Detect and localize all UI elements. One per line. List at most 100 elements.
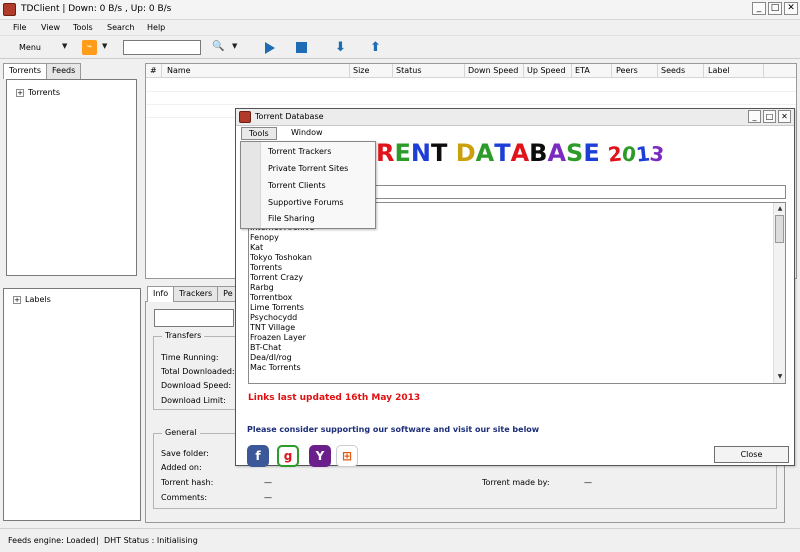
list-header: # Name Size Status Down Speed Up Speed E… (146, 64, 796, 78)
site-list-item[interactable]: Psychocydd (249, 313, 769, 323)
site-list-item[interactable]: Rarbg (249, 283, 769, 293)
save-folder-label: Save folder: (161, 449, 209, 458)
comments-value: — (264, 493, 272, 502)
stop-icon[interactable] (296, 42, 307, 53)
column-header-eta[interactable]: ETA (575, 66, 590, 75)
banner-letter: E (583, 139, 600, 167)
banner-letter: 3 (648, 141, 666, 167)
banner-letter: T (430, 139, 448, 167)
menu-file[interactable]: File (13, 23, 26, 32)
yahoo-icon[interactable]: Y (309, 445, 331, 467)
banner-letter: A (475, 139, 495, 167)
play-icon[interactable] (265, 42, 275, 54)
tab-info[interactable]: Info (147, 286, 175, 302)
site-list-item[interactable]: Froazen Layer (249, 333, 769, 343)
torrent-made-by-value: — (584, 478, 592, 487)
move-down-icon[interactable]: ⬇ (335, 40, 346, 55)
site-list[interactable]: ▲ ▼ ISO HuntInternet ArchiveFenopyKatTok… (248, 202, 786, 384)
tree-item-labels[interactable]: + Labels (13, 295, 51, 304)
transfers-group: Transfers Time Running: Total Downloaded… (153, 331, 243, 410)
expand-icon[interactable]: + (16, 89, 24, 97)
time-running-label: Time Running: (161, 353, 219, 362)
site-list-item[interactable]: Kat (249, 243, 769, 253)
dialog-menu-tools[interactable]: Tools (241, 127, 277, 140)
links-updated-text: Links last updated 16th May 2013 (248, 393, 421, 403)
site-list-item[interactable]: Torrent Crazy (249, 273, 769, 283)
menu-item-supportive-forums[interactable]: Supportive Forums (268, 198, 344, 207)
rss-icon[interactable]: ⌁ (82, 40, 97, 55)
toolbar-menu-button[interactable]: Menu (19, 43, 41, 52)
site-list-item[interactable]: Lime Torrents (249, 303, 769, 313)
site-list-item[interactable]: Dea/dl/rog (249, 353, 769, 363)
expand-icon[interactable]: + (13, 296, 21, 304)
chevron-down-icon[interactable]: ▼ (102, 42, 107, 50)
download-speed-label: Download Speed: (161, 381, 232, 390)
search-icon[interactable]: 🔍 (212, 41, 224, 52)
dialog-close-button[interactable]: ✕ (778, 110, 791, 123)
tab-feeds[interactable]: Feeds (45, 63, 82, 79)
dialog-title-bar: Torrent Database _ □ ✕ (236, 109, 794, 126)
dialog-menu-window[interactable]: Window (291, 128, 323, 137)
site-list-item[interactable]: BT-Chat (249, 343, 769, 353)
column-header-name[interactable]: Name (167, 66, 191, 75)
menu-help[interactable]: Help (147, 23, 165, 32)
site-list-item[interactable]: Torrentbox (249, 293, 769, 303)
torrent-hash-value: — (264, 478, 272, 487)
menu-item-torrent-clients[interactable]: Torrent Clients (268, 181, 326, 190)
tools-dropdown-menu: Torrent Trackers Private Torrent Sites T… (240, 141, 376, 229)
move-up-icon[interactable]: ⬆ (370, 40, 381, 55)
menu-view[interactable]: View (41, 23, 60, 32)
facebook-icon[interactable]: f (247, 445, 269, 467)
menu-item-private-torrent-sites[interactable]: Private Torrent Sites (268, 164, 348, 173)
app-icon (239, 111, 251, 123)
site-list-item[interactable]: Tokyo Toshokan (249, 253, 769, 263)
close-dialog-button[interactable]: Close (714, 446, 789, 463)
total-downloaded-label: Total Downloaded: (161, 367, 235, 376)
transfers-title: Transfers (162, 331, 205, 340)
menu-tools[interactable]: Tools (73, 23, 93, 32)
site-list-scrollbar[interactable]: ▲ ▼ (773, 203, 785, 383)
feeds-status: Feeds engine: Loaded (8, 536, 96, 545)
chevron-down-icon[interactable]: ▼ (232, 42, 237, 50)
tree-item-label: Labels (25, 295, 51, 304)
windows-icon[interactable]: ⊞ (336, 445, 358, 467)
banner-letter: N (410, 139, 431, 167)
site-list-item[interactable]: Mac Torrents (249, 363, 769, 373)
column-header-label[interactable]: Label (708, 66, 730, 75)
menu-item-torrent-trackers[interactable]: Torrent Trackers (268, 147, 331, 156)
banner-letter: E (394, 139, 411, 167)
column-header-size[interactable]: Size (353, 66, 369, 75)
google-icon[interactable]: g (277, 445, 299, 467)
column-header-up-speed[interactable]: Up Speed (527, 66, 566, 75)
scroll-down-icon[interactable]: ▼ (775, 372, 785, 382)
close-button[interactable]: ✕ (784, 2, 798, 15)
minimize-button[interactable]: _ (752, 2, 766, 15)
scroll-thumb[interactable] (775, 215, 784, 243)
column-header-seeds[interactable]: Seeds (661, 66, 685, 75)
banner-letter: B (529, 139, 548, 167)
menu-search[interactable]: Search (107, 23, 134, 32)
torrent-made-by-label: Torrent made by: (482, 478, 550, 487)
dht-status: DHT Status : Initialising (104, 536, 198, 545)
column-header-down-speed[interactable]: Down Speed (468, 66, 518, 75)
dialog-maximize-button[interactable]: □ (763, 110, 776, 123)
dialog-minimize-button[interactable]: _ (748, 110, 761, 123)
column-header-peers[interactable]: Peers (616, 66, 638, 75)
tab-torrents[interactable]: Torrents (3, 63, 47, 79)
chevron-down-icon[interactable]: ▼ (62, 42, 67, 50)
site-list-item[interactable]: Fenopy (249, 233, 769, 243)
site-list-item[interactable]: Torrents (249, 263, 769, 273)
search-input[interactable] (123, 40, 201, 55)
column-header-number[interactable]: # (150, 66, 157, 75)
tree-item-torrents[interactable]: + Torrents (16, 88, 60, 97)
banner-letter: A (510, 139, 530, 167)
menu-item-file-sharing[interactable]: File Sharing (268, 214, 315, 223)
toolbar: Menu ▼ ⌁ ▼ 🔍 ▼ ⬇ ⬆ (0, 37, 800, 59)
column-header-status[interactable]: Status (396, 66, 422, 75)
tab-trackers[interactable]: Trackers (173, 286, 219, 302)
file-path-field[interactable] (154, 309, 234, 327)
site-list-item[interactable]: TNT Village (249, 323, 769, 333)
window-title: TDClient | Down: 0 B/s , Up: 0 B/s (21, 4, 172, 14)
maximize-button[interactable]: □ (768, 2, 782, 15)
scroll-up-icon[interactable]: ▲ (775, 204, 785, 214)
